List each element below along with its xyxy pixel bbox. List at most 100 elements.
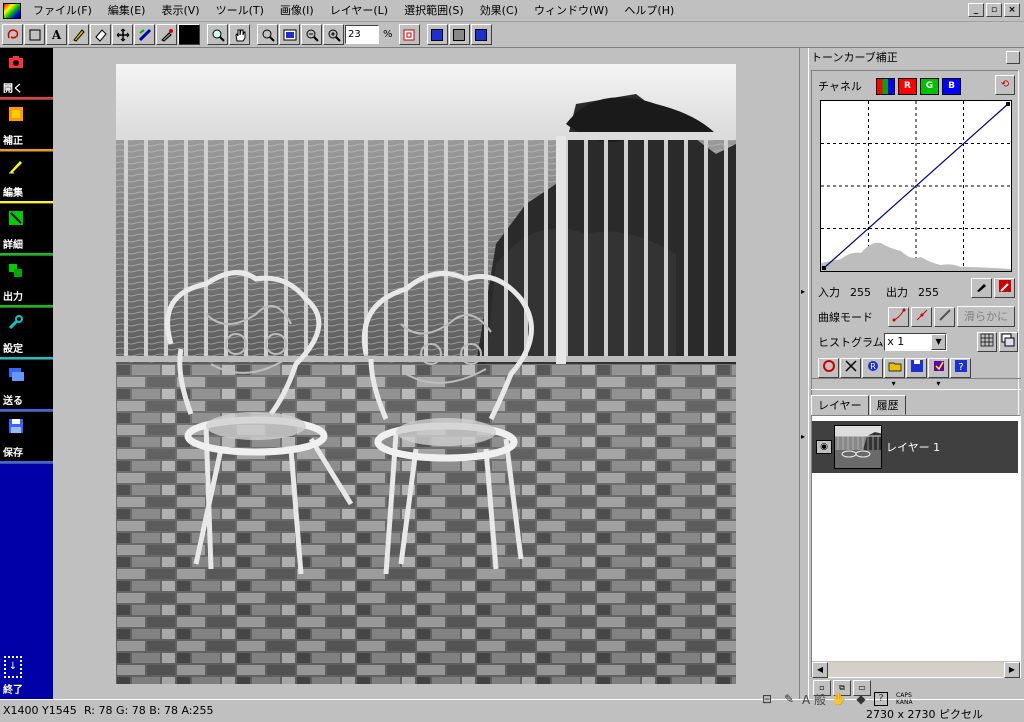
menu-view[interactable]: 表示(V) — [153, 1, 207, 21]
layer-name: レイヤー 1 — [886, 441, 941, 454]
sidebar-item-adjust[interactable]: 補正 — [0, 100, 53, 152]
curve-mode-free-icon[interactable] — [934, 307, 955, 327]
channel-r-button[interactable]: R — [898, 77, 917, 95]
sidebar-item-edit[interactable]: 編集 — [0, 152, 53, 204]
open-folder-icon[interactable] — [884, 358, 905, 378]
canvas-area[interactable] — [53, 48, 799, 699]
view-mode-1-icon[interactable] — [426, 24, 448, 45]
channel-rgb-button[interactable] — [876, 77, 895, 95]
zoom-tool-icon[interactable] — [207, 24, 228, 45]
wrench-icon — [8, 314, 24, 330]
histogram-scale-select[interactable]: x 1 ▼ — [884, 333, 948, 351]
menu-window[interactable]: ウィンドウ(W) — [526, 1, 616, 21]
ime-hand-icon[interactable]: ✋ — [830, 690, 848, 708]
sidebar-item-label: 保存 — [3, 448, 23, 459]
fit-window-icon[interactable] — [279, 24, 300, 45]
reset-curve-icon[interactable]: ⟲ — [995, 75, 1015, 95]
gradient-icon[interactable] — [134, 24, 155, 45]
smooth-button[interactable]: 滑らかに — [957, 306, 1015, 327]
sidebar-item-send[interactable]: 送る — [0, 360, 53, 412]
adjust-icon — [8, 106, 24, 122]
color-swatch[interactable] — [178, 24, 200, 45]
eraser-icon[interactable] — [90, 24, 111, 45]
move-icon[interactable] — [112, 24, 133, 45]
eye-icon[interactable]: ◉ — [816, 440, 832, 454]
sidebar-item-settings[interactable]: 設定 — [0, 308, 53, 360]
layer-thumbnail — [834, 425, 882, 469]
chevron-down-icon: ▼ — [931, 334, 947, 350]
restore-button[interactable]: ▫ — [986, 3, 1002, 17]
zoom-out-icon[interactable] — [301, 24, 322, 45]
menu-edit[interactable]: 編集(E) — [100, 1, 154, 21]
output-value: 255 — [918, 285, 939, 299]
sidebar-item-save[interactable]: 保存 — [0, 412, 53, 464]
lasso-icon[interactable] — [2, 24, 23, 45]
cursor-coordinates: X1400 Y1545 — [3, 704, 77, 717]
panel-divider[interactable]: ▾ ▾ — [811, 378, 1021, 390]
tone-curve-graph[interactable] — [820, 100, 1012, 272]
view-mode-3-icon[interactable] — [470, 24, 492, 45]
document-image[interactable] — [116, 64, 736, 684]
text-tool-icon[interactable]: A — [46, 24, 67, 45]
sidebar-item-open[interactable]: 開く — [0, 48, 53, 100]
zoom-in-icon[interactable] — [323, 24, 344, 45]
layer-row[interactable]: ◉ レイヤー 1 — [812, 421, 1018, 473]
menu-selection[interactable]: 選択範囲(S) — [396, 1, 472, 21]
channel-g-button[interactable]: G — [920, 77, 939, 95]
channel-b-button[interactable]: B — [942, 77, 961, 95]
exit-icon: ↓ — [4, 656, 22, 678]
caps-kana-indicator: CAPS KANA — [896, 692, 913, 706]
panel-close-button[interactable] — [1006, 51, 1020, 64]
rect-select-icon[interactable] — [24, 24, 45, 45]
ime-mode[interactable]: A 般 — [802, 691, 826, 708]
scroll-left-icon[interactable]: ◀ — [812, 662, 828, 678]
curve-mode-spline-icon[interactable] — [888, 307, 909, 327]
scroll-right-icon[interactable]: ▶ — [1004, 662, 1020, 678]
eyedropper-white-icon[interactable] — [994, 278, 1015, 298]
exit-button[interactable]: ↓ 終了 — [0, 650, 53, 699]
menu-help[interactable]: ヘルプ(H) — [616, 1, 682, 21]
ok-circle-icon[interactable] — [818, 358, 839, 378]
image-dimensions: 2730 x 2730 ピクセル — [866, 708, 983, 721]
splitter-arrow-icon[interactable]: ▸ — [801, 433, 807, 441]
sidebar-item-detail[interactable]: 詳細 — [0, 204, 53, 256]
menu-file[interactable]: ファイル(F) — [25, 1, 100, 21]
view-mode-2-icon[interactable] — [448, 24, 470, 45]
minimize-button[interactable]: _ — [968, 3, 984, 17]
hand-tool-icon[interactable] — [229, 24, 250, 45]
zoom-fit-icon[interactable] — [257, 24, 278, 45]
sidebar-item-output[interactable]: 出力 — [0, 256, 53, 308]
app-icon[interactable] — [3, 2, 21, 19]
window-copy-icon[interactable] — [998, 332, 1018, 352]
zoom-input[interactable] — [345, 25, 379, 44]
output-label: 出力 — [886, 286, 908, 299]
eyedropper-icon[interactable] — [156, 24, 177, 45]
menu-layer[interactable]: レイヤー(L) — [322, 1, 396, 21]
tab-history[interactable]: 履歴 — [869, 395, 906, 415]
actual-size-icon[interactable] — [398, 24, 420, 45]
close-button[interactable]: × — [1004, 3, 1020, 17]
menu-tools[interactable]: ツール(T) — [208, 1, 272, 21]
tab-layers[interactable]: レイヤー — [811, 395, 869, 416]
ime-menu-icon[interactable]: ⊟ — [758, 690, 776, 708]
ime-input-icon[interactable]: ✎ — [780, 690, 798, 708]
menu-image[interactable]: 画像(I) — [272, 1, 322, 21]
svg-text:?: ? — [958, 362, 963, 373]
apply-icon[interactable] — [928, 358, 949, 378]
save-floppy-icon[interactable] — [906, 358, 927, 378]
eyedropper-black-icon[interactable] — [971, 278, 992, 298]
pencil-tool-icon[interactable] — [68, 24, 89, 45]
send-icon — [8, 366, 24, 382]
output-icon — [8, 262, 24, 278]
reset-icon[interactable]: R — [862, 358, 883, 378]
panel-splitter[interactable]: ▸ ▸ — [799, 48, 809, 699]
horizontal-scrollbar[interactable]: ◀ ▶ — [812, 661, 1020, 678]
help-icon[interactable]: ? — [950, 358, 971, 378]
splitter-arrow-icon[interactable]: ▸ — [801, 288, 807, 296]
menu-effects[interactable]: 効果(C) — [472, 1, 526, 21]
cancel-x-icon[interactable] — [840, 358, 861, 378]
ime-help-icon[interactable]: ? — [874, 692, 889, 706]
curve-mode-line-icon[interactable] — [911, 307, 932, 327]
grid-toggle-icon[interactable] — [977, 332, 997, 352]
tone-curve-title: トーンカーブ補正 — [811, 51, 898, 64]
